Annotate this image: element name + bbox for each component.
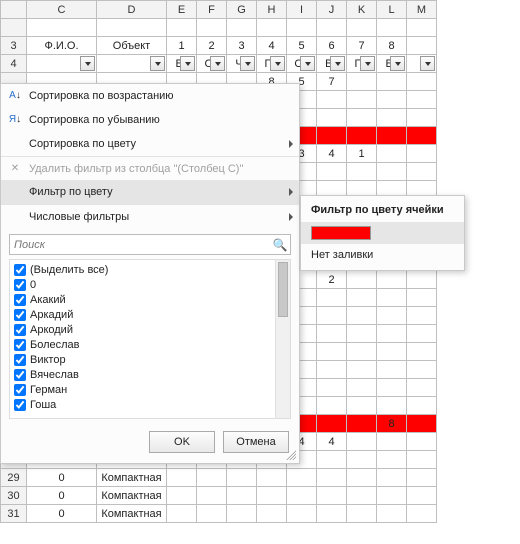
col-L[interactable]: L	[377, 1, 407, 19]
cancel-button[interactable]: Отмена	[223, 431, 289, 453]
filter-check-item[interactable]: Виктор	[14, 352, 274, 367]
chevron-down-icon	[185, 62, 191, 66]
filter-button[interactable]	[330, 56, 345, 71]
sort-by-color[interactable]: Сортировка по цвету	[1, 132, 299, 156]
checkbox[interactable]	[14, 309, 26, 321]
clear-filter: ✕ Удалить фильтр из столбца "(Столбец C)…	[1, 156, 299, 180]
chevron-down-icon	[305, 62, 311, 66]
checkbox[interactable]	[14, 264, 26, 276]
chevron-down-icon	[155, 62, 161, 66]
ok-button[interactable]: OK	[149, 431, 215, 453]
filter-check-item[interactable]: Гоша	[14, 397, 274, 412]
cell-fio[interactable]: Ф.И.О.	[27, 37, 97, 55]
chevron-down-icon	[335, 62, 341, 66]
col-K[interactable]: K	[347, 1, 377, 19]
sort-desc-icon: Я↓	[5, 115, 25, 125]
red-swatch	[311, 226, 371, 240]
filter-check-item[interactable]: Аркодий	[14, 322, 274, 337]
filter-button[interactable]	[390, 56, 405, 71]
checkbox[interactable]	[14, 324, 26, 336]
filter-check-item[interactable]: (Выделить все)	[14, 262, 274, 277]
row-2	[1, 19, 437, 37]
col-headers: C D E F G H I J K L M	[1, 1, 437, 19]
filter-check-item[interactable]: 0	[14, 277, 274, 292]
filter-by-color[interactable]: Фильтр по цвету	[1, 180, 299, 204]
submenu-header: Фильтр по цвету ячейки	[301, 200, 464, 222]
chevron-down-icon	[365, 62, 371, 66]
filter-check-item[interactable]: Акакий	[14, 292, 274, 307]
filter-check-item[interactable]: Аркадий	[14, 307, 274, 322]
checkbox[interactable]	[14, 369, 26, 381]
checkbox[interactable]	[14, 339, 26, 351]
filter-check-item[interactable]: Герман	[14, 382, 274, 397]
scrollbar-thumb[interactable]	[278, 262, 288, 317]
autofilter-menu: A↓ Сортировка по возрастанию Я↓ Сортиров…	[0, 83, 300, 464]
checkbox[interactable]	[14, 354, 26, 366]
filter-button[interactable]	[420, 56, 435, 71]
sort-asc[interactable]: A↓ Сортировка по возрастанию	[1, 84, 299, 108]
chevron-down-icon	[215, 62, 221, 66]
table-row: 300Компактная	[1, 487, 437, 505]
row-3: 3 Ф.И.О. Объект 1 2 3 4 5 6 7 8	[1, 37, 437, 55]
chevron-down-icon	[275, 62, 281, 66]
number-filters[interactable]: Числовые фильтры	[1, 204, 299, 228]
search-icon: 🔍	[270, 238, 290, 252]
filter-button[interactable]	[150, 56, 165, 71]
search-input[interactable]	[10, 239, 270, 251]
checkbox[interactable]	[14, 399, 26, 411]
submenu-arrow-icon	[289, 188, 293, 196]
filter-button[interactable]	[240, 56, 255, 71]
table-row: 310Компактная	[1, 505, 437, 523]
filter-button[interactable]	[360, 56, 375, 71]
col-D[interactable]: D	[97, 1, 167, 19]
cell-object[interactable]: Объект	[97, 37, 167, 55]
filter-check-item[interactable]: Вячеслав	[14, 367, 274, 382]
col-G[interactable]: G	[227, 1, 257, 19]
col-M[interactable]: M	[407, 1, 437, 19]
filter-button[interactable]	[180, 56, 195, 71]
filter-values-list[interactable]: (Выделить все)0АкакийАркадийАркодийБолес…	[9, 259, 291, 419]
sort-asc-icon: A↓	[5, 91, 25, 101]
filter-button[interactable]	[270, 56, 285, 71]
table-row: 290Компактная	[1, 469, 437, 487]
corner-cell[interactable]	[1, 1, 27, 19]
chevron-down-icon	[425, 62, 431, 66]
no-fill-option[interactable]: Нет заливки	[301, 244, 464, 266]
filter-check-item[interactable]: Болеслав	[14, 337, 274, 352]
filter-fio[interactable]	[27, 55, 97, 73]
col-I[interactable]: I	[287, 1, 317, 19]
filter-by-color-submenu: Фильтр по цвету ячейки Нет заливки	[300, 195, 465, 271]
col-C[interactable]: C	[27, 1, 97, 19]
filter-button[interactable]	[300, 56, 315, 71]
filter-object[interactable]	[97, 55, 167, 73]
checkbox[interactable]	[14, 279, 26, 291]
resize-grip[interactable]	[286, 450, 296, 460]
col-J[interactable]: J	[317, 1, 347, 19]
checkbox[interactable]	[14, 294, 26, 306]
submenu-arrow-icon	[289, 140, 293, 148]
col-F[interactable]: F	[197, 1, 227, 19]
sort-desc[interactable]: Я↓ Сортировка по убыванию	[1, 108, 299, 132]
search-wrap: 🔍	[1, 228, 299, 259]
submenu-arrow-icon	[289, 213, 293, 221]
chevron-down-icon	[85, 62, 91, 66]
col-E[interactable]: E	[167, 1, 197, 19]
color-option-red[interactable]	[301, 222, 464, 244]
col-H[interactable]: H	[257, 1, 287, 19]
search-box[interactable]: 🔍	[9, 234, 291, 255]
checkbox[interactable]	[14, 384, 26, 396]
filter-button[interactable]	[210, 56, 225, 71]
chevron-down-icon	[395, 62, 401, 66]
chevron-down-icon	[245, 62, 251, 66]
row-4: 4 Вт Ср Чт Пн Сб Вс Пн Вт	[1, 55, 437, 73]
clear-filter-icon: ✕	[5, 163, 25, 174]
scrollbar[interactable]	[275, 260, 290, 418]
filter-button[interactable]	[80, 56, 95, 71]
